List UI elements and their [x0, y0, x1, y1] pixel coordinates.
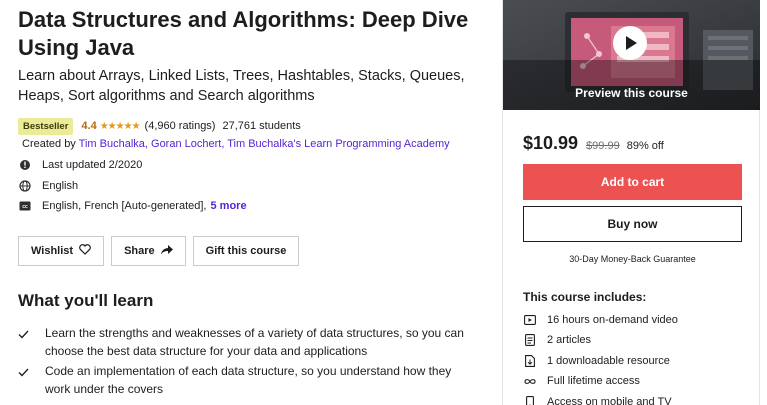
- instructor-links[interactable]: Tim Buchalka, Goran Lochert, Tim Buchalk…: [79, 138, 450, 150]
- money-back-guarantee: 30-Day Money-Back Guarantee: [569, 254, 696, 264]
- captions-more-link[interactable]: 5 more: [210, 200, 246, 212]
- includes-item: 1 downloadable resource: [523, 353, 670, 369]
- share-button[interactable]: Share: [111, 236, 186, 266]
- add-to-cart-button[interactable]: Add to cart: [523, 164, 742, 200]
- students-count: 27,761 students: [222, 120, 301, 132]
- share-arrow-icon: [160, 244, 173, 258]
- rating-row: Bestseller 4.4 ★★★★★ (4,960 ratings) 27,…: [18, 117, 301, 135]
- gift-course-button[interactable]: Gift this course: [192, 236, 300, 266]
- bestseller-badge: Bestseller: [18, 117, 74, 135]
- includes-item: Full lifetime access: [523, 373, 640, 389]
- price-row: $10.99 $99.99 89% off: [523, 133, 664, 154]
- discount-percent: 89% off: [626, 140, 664, 152]
- includes-item-text: 2 articles: [547, 334, 592, 346]
- includes-item-text: 1 downloadable resource: [547, 355, 670, 367]
- course-preview-video[interactable]: Preview this course: [503, 0, 760, 110]
- course-title: Data Structures and Algorithms: Deep Div…: [18, 7, 469, 60]
- captions-row: cc English, French [Auto-generated], 5 m…: [18, 198, 247, 214]
- created-by-label: Created by: [22, 138, 76, 150]
- alert-badge-icon: [18, 158, 32, 172]
- course-subtitle: Learn about Arrays, Linked Lists, Trees,…: [18, 68, 465, 104]
- file-download-icon: [523, 354, 537, 368]
- what-youll-learn-heading: What you'll learn: [18, 291, 154, 310]
- includes-item: Access on mobile and TV: [523, 394, 672, 405]
- includes-heading: This course includes:: [523, 290, 647, 304]
- purchase-sidebar: Preview this course $10.99 $99.99 89% of…: [502, 0, 760, 405]
- captions-text: English, French [Auto-generated],: [42, 200, 207, 212]
- wishlist-button[interactable]: Wishlist: [18, 236, 105, 266]
- includes-item-text: Full lifetime access: [547, 375, 640, 387]
- checkmark-icon: [18, 363, 38, 398]
- preview-label: Preview this course: [575, 86, 688, 100]
- star-rating-icon: ★★★★★: [99, 120, 141, 132]
- created-by-row: Created by Tim Buchalka, Goran Lochert, …: [22, 138, 450, 150]
- video-icon: [523, 313, 537, 327]
- heart-icon: [79, 244, 91, 258]
- last-updated-text: Last updated 2/2020: [42, 159, 143, 171]
- buy-now-button[interactable]: Buy now: [523, 206, 742, 242]
- globe-icon: [18, 179, 32, 193]
- language-row: English: [18, 178, 78, 194]
- ratings-count-link[interactable]: (4,960 ratings): [145, 120, 216, 132]
- rating-value: 4.4: [81, 120, 97, 132]
- includes-item: 16 hours on-demand video: [523, 312, 678, 328]
- original-price: $99.99: [586, 140, 620, 152]
- closed-captions-icon: cc: [18, 199, 32, 213]
- infinity-icon: [523, 374, 537, 388]
- includes-item-text: Access on mobile and TV: [547, 396, 672, 405]
- wishlist-label: Wishlist: [31, 245, 74, 257]
- learn-item-text: Code an implementation of each data stru…: [45, 364, 452, 396]
- learn-item: Learn the strengths and weaknesses of a …: [18, 325, 488, 360]
- share-label: Share: [124, 245, 155, 257]
- learn-item-text: Learn the strengths and weaknesses of a …: [45, 326, 464, 358]
- language-text: English: [42, 180, 79, 192]
- play-button-icon[interactable]: [613, 26, 647, 60]
- svg-text:cc: cc: [22, 204, 28, 210]
- article-icon: [523, 333, 537, 347]
- current-price: $10.99: [523, 133, 579, 153]
- action-buttons: Wishlist Share Gift this course: [18, 236, 306, 266]
- learn-item: Code an implementation of each data stru…: [18, 363, 488, 398]
- includes-item: 2 articles: [523, 332, 591, 348]
- checkmark-icon: [18, 325, 38, 360]
- includes-item-text: 16 hours on-demand video: [547, 314, 678, 326]
- mobile-tv-icon: [523, 395, 537, 405]
- gift-label: Gift this course: [205, 245, 287, 257]
- last-updated-row: Last updated 2/2020: [18, 157, 142, 173]
